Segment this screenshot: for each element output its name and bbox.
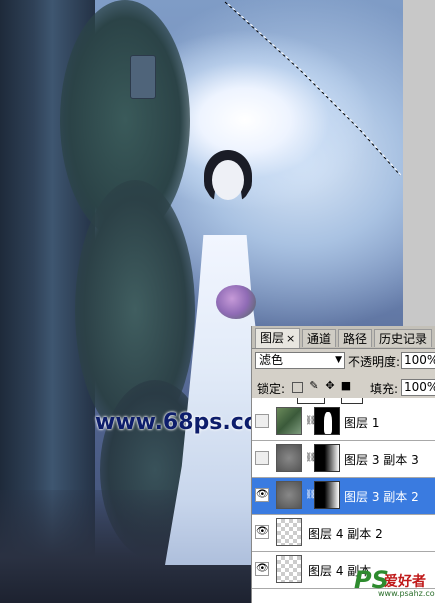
layer-thumbnail [276,407,302,435]
close-icon[interactable]: × [286,332,295,345]
lock-move-icon[interactable]: ✥ [324,380,336,392]
layer-thumbnail [276,555,302,583]
fill-label: 填充: [370,382,399,396]
visibility-toggle[interactable] [255,451,269,465]
logo-url: www.psahz.com [378,589,435,598]
layer-thumbnail [276,481,302,509]
lock-transparency-icon[interactable] [292,382,303,393]
workspace-background [403,0,435,330]
opacity-label: 不透明度: [348,355,401,369]
blend-row: 滤色 ▼ 不透明度: 100% [252,350,435,372]
layer-mask[interactable] [314,481,340,509]
layer-name: 图层 3 副本 3 [344,453,419,467]
eye-icon[interactable]: 👁 [255,525,269,539]
fill-input[interactable]: 100% [401,379,435,396]
eye-icon[interactable]: 👁 [255,562,269,576]
logo-cn: 爱好者 [384,574,426,590]
layer-name: 图层 3 副本 2 [344,490,419,504]
layer-name: 图层 4 副本 2 [308,527,383,541]
tab-layers[interactable]: 图层 × [255,328,301,348]
visibility-toggle[interactable] [255,414,269,428]
panel-tabs: 图层 × 通道 路径 历史记录 [252,326,435,349]
site-logo: PS 爱好者 www.psahz.com [350,566,435,600]
layer-row[interactable]: 👁 图层 4 副本 2 [252,515,435,552]
layer-row[interactable]: ⛓ 图层 1 [252,404,435,441]
opacity-input[interactable]: 100% [401,352,435,369]
tab-history[interactable]: 历史记录 [374,329,433,347]
lock-label: 锁定: [257,382,286,396]
lantern [130,55,156,99]
tab-paths[interactable]: 路径 [338,329,373,347]
lock-all-icon[interactable]: ■ [340,380,352,392]
lock-row: 锁定: ✎ ✥ ■ 填充: 100% [252,376,435,399]
bride-face [212,160,244,200]
layer-name: 图层 1 [344,416,380,430]
layer-thumbnail [276,444,302,472]
bouquet [216,285,256,319]
lock-brush-icon[interactable]: ✎ [308,380,320,392]
layer-mask[interactable] [314,444,340,472]
layer-row[interactable]: ⛓ 图层 3 副本 3 [252,441,435,478]
tab-channels[interactable]: 通道 [302,329,337,347]
layer-thumbnail [276,518,302,546]
layers-panel: 图层 × 通道 路径 历史记录 滤色 ▼ 不透明度: 100% 锁定: ✎ ✥ ■ … [251,326,435,603]
blend-mode-select[interactable]: 滤色 ▼ [255,352,345,369]
chevron-down-icon: ▼ [335,355,342,365]
eye-icon[interactable]: 👁 [255,488,269,502]
layer-row-selected[interactable]: 👁 ⛓ 图层 3 副本 2 [252,478,435,515]
layer-mask[interactable] [314,407,340,435]
